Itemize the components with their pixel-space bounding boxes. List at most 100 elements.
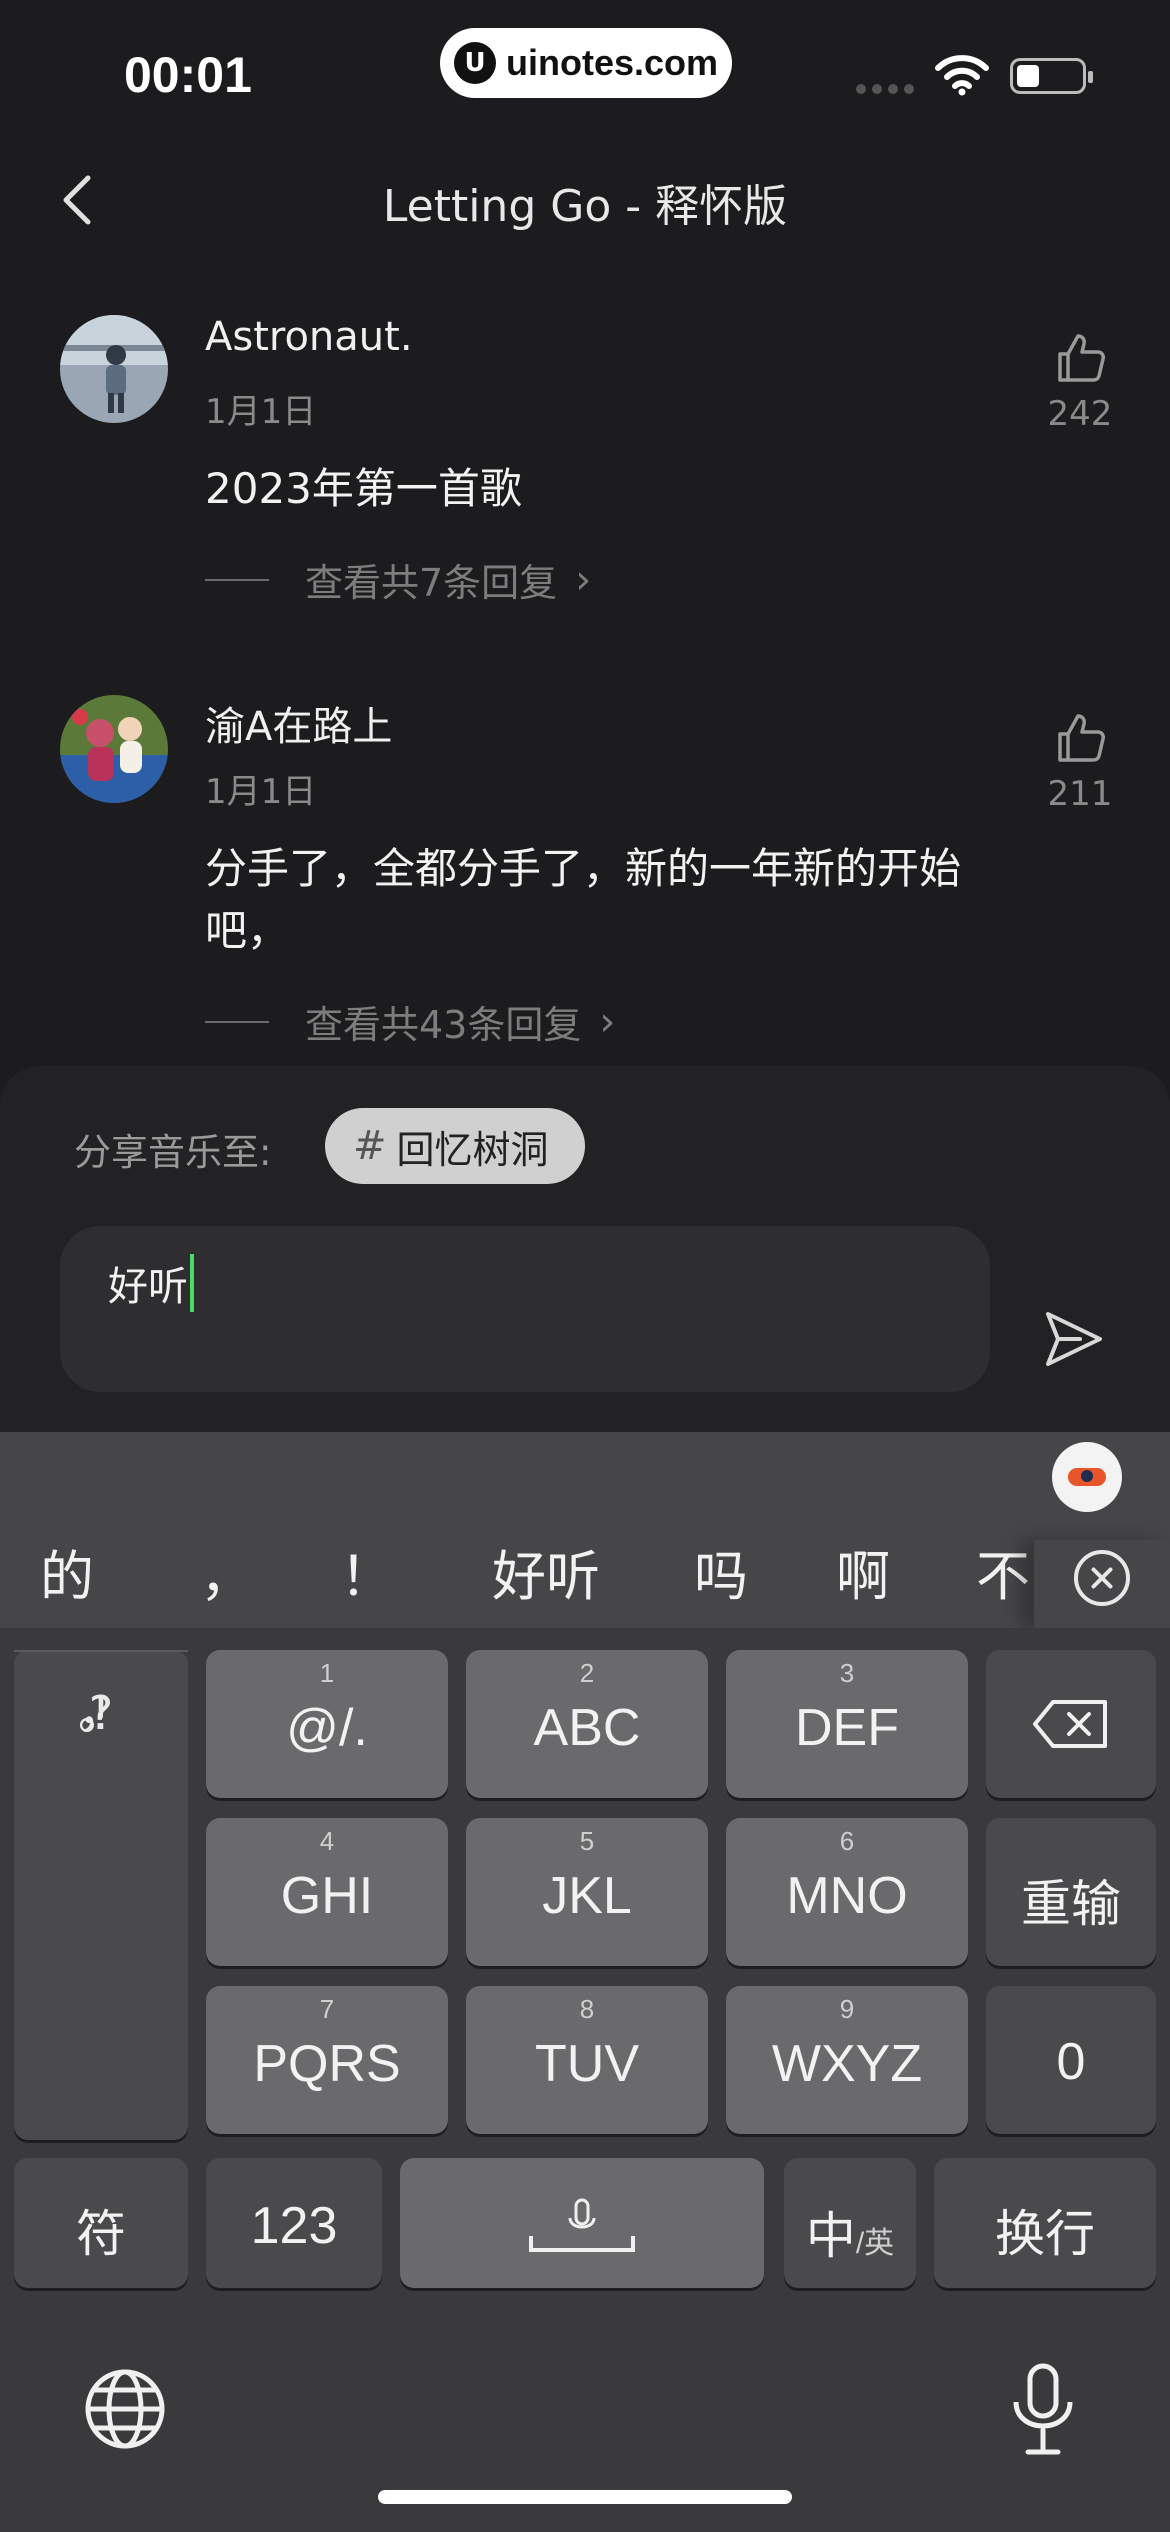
battery-icon: [1010, 58, 1093, 94]
thumbs-up-icon: [1058, 714, 1105, 762]
key-8[interactable]: 8 TUV: [466, 1986, 708, 2134]
candidate-item[interactable]: 不: [976, 1532, 1030, 1611]
comment-author[interactable]: Astronaut.: [205, 314, 413, 360]
key-1[interactable]: 1 @/.: [206, 1650, 448, 1798]
keyboard-keys: ， 。 ? ! 1 @/. 2 ABC 3 DEF 4 GHI 5 JKL 6 …: [0, 1628, 1170, 2532]
key-9[interactable]: 9 WXYZ: [726, 1986, 968, 2134]
key-number: 5: [579, 1826, 595, 1856]
key-3[interactable]: 3 DEF: [726, 1650, 968, 1798]
candidate-bar: 的 ， ！ 好听 吗 啊 不: [0, 1432, 1170, 1628]
candidate-item[interactable]: 的: [40, 1532, 94, 1611]
keyboard-mascot-icon[interactable]: [1052, 1442, 1122, 1512]
comment-author[interactable]: 渝A在路上: [205, 694, 392, 752]
comment-text: 2023年第一首歌: [205, 464, 522, 513]
home-indicator[interactable]: [378, 2490, 792, 2504]
key-label: DEF: [795, 1699, 899, 1757]
page-title: Letting Go - 释怀版: [382, 181, 788, 232]
space-key[interactable]: [400, 2158, 764, 2288]
divider-dash: [205, 578, 269, 581]
comment-input[interactable]: 好听: [60, 1226, 990, 1392]
like-button[interactable]: 211: [1040, 710, 1120, 814]
comment-text: 分手了，全都分手了，新的一年新的开始吧，: [205, 844, 962, 955]
key-label: JKL: [542, 1867, 632, 1925]
chevron-right-icon: ›: [599, 998, 616, 1045]
view-replies-link[interactable]: 查看共43条回复 ›: [205, 994, 615, 1049]
key-7[interactable]: 7 PQRS: [206, 1986, 448, 2134]
space-mic-icon: [529, 2198, 635, 2252]
lang-main: 中: [805, 2208, 856, 2264]
key-4[interactable]: 4 GHI: [206, 1818, 448, 1966]
key-number: 9: [839, 1994, 855, 2024]
key-number: 6: [839, 1826, 855, 1856]
replies-label: 查看共7条回复: [305, 561, 558, 605]
candidate-item[interactable]: ，: [200, 1532, 254, 1611]
key-0[interactable]: 0: [986, 1986, 1156, 2134]
comment-date: 1月1日: [205, 772, 317, 812]
avatar[interactable]: [60, 695, 168, 803]
key-number: 4: [319, 1826, 335, 1856]
close-icon: [1074, 1550, 1130, 1606]
key-label: ABC: [533, 1699, 641, 1757]
status-bar: 00:01 U uinotes.com: [0, 0, 1170, 140]
key-label: MNO: [786, 1867, 908, 1925]
watermark-badge: U uinotes.com: [440, 28, 732, 98]
view-replies-link[interactable]: 查看共7条回复 ›: [205, 552, 591, 607]
key-number: 1: [319, 1658, 335, 1688]
key-number: 2: [579, 1658, 595, 1688]
key-label: TUV: [535, 2035, 639, 2093]
key-label: 换行: [995, 2206, 1095, 2262]
candidate-item[interactable]: 啊: [836, 1532, 890, 1611]
replies-label: 查看共43条回复: [305, 1003, 582, 1047]
avatar[interactable]: [60, 315, 168, 423]
like-count: 242: [1047, 394, 1113, 434]
key-label: GHI: [280, 1867, 374, 1925]
wifi-icon: [935, 55, 989, 96]
retype-key[interactable]: 重输: [986, 1818, 1156, 1966]
comment-item: 渝A在路上 1月1日 分手了，全都分手了，新的一年新的开始吧， 查看共43条回复…: [0, 680, 1170, 1060]
numbers-key[interactable]: 123: [206, 2158, 382, 2288]
key-label: 重输: [1021, 1876, 1121, 1932]
globe-icon[interactable]: [84, 2368, 166, 2450]
key-label: 123: [250, 2197, 338, 2255]
watermark-logo: U: [454, 42, 496, 84]
like-count: 211: [1047, 774, 1113, 814]
key-label: 中/英: [784, 2196, 916, 2268]
candidate-item[interactable]: ！: [340, 1532, 394, 1611]
chevron-right-icon: ›: [575, 556, 592, 603]
watermark-text: uinotes.com: [506, 42, 719, 83]
key-number: 8: [579, 1994, 595, 2024]
hash-icon: #: [353, 1123, 387, 1169]
like-button[interactable]: 242: [1040, 330, 1120, 434]
comment-input-value: 好听: [108, 1254, 194, 1312]
punct-key[interactable]: !: [14, 1650, 188, 1772]
punctuation-column: ， 。 ? !: [14, 1650, 188, 2140]
topic-tag-button[interactable]: # 回忆树洞: [325, 1108, 585, 1184]
key-2[interactable]: 2 ABC: [466, 1650, 708, 1798]
comment-composer: 分享音乐至: # 回忆树洞 好听: [0, 1066, 1170, 1432]
lang-sub: /英: [855, 2227, 895, 2260]
key-number: 3: [839, 1658, 855, 1688]
key-6[interactable]: 6 MNO: [726, 1818, 968, 1966]
enter-key[interactable]: 换行: [934, 2158, 1156, 2288]
key-5[interactable]: 5 JKL: [466, 1818, 708, 1966]
backspace-key[interactable]: [986, 1650, 1156, 1798]
candidate-item[interactable]: 吗: [694, 1532, 748, 1611]
microphone-icon[interactable]: [1008, 2362, 1078, 2458]
candidate-item[interactable]: 好听: [492, 1532, 600, 1611]
key-label: 0: [1056, 2033, 1086, 2091]
candidate-list: 的 ， ！ 好听 吗 啊 不: [0, 1532, 1040, 1612]
close-candidates-button[interactable]: [1034, 1540, 1170, 1628]
key-label: @/.: [286, 1699, 368, 1757]
comment-item: Astronaut. 1月1日 2023年第一首歌 查看共7条回复 › 242: [0, 300, 1170, 640]
language-switch-key[interactable]: 中/英: [784, 2158, 916, 2288]
backspace-icon: [1033, 1700, 1107, 1748]
symbols-key[interactable]: 符: [14, 2158, 188, 2288]
comment-date: 1月1日: [205, 392, 317, 432]
send-icon[interactable]: [1040, 1306, 1106, 1372]
key-label: WXYZ: [771, 2035, 923, 2093]
key-number: 7: [319, 1994, 335, 2024]
signal-icon: [856, 84, 914, 94]
key-label: PQRS: [253, 2035, 401, 2093]
keyboard: 的 ， ！ 好听 吗 啊 不 ， 。 ? ! 1 @/. 2 ABC 3 DEF…: [0, 1432, 1170, 2532]
nav-bar: Letting Go - 释怀版: [0, 140, 1170, 260]
